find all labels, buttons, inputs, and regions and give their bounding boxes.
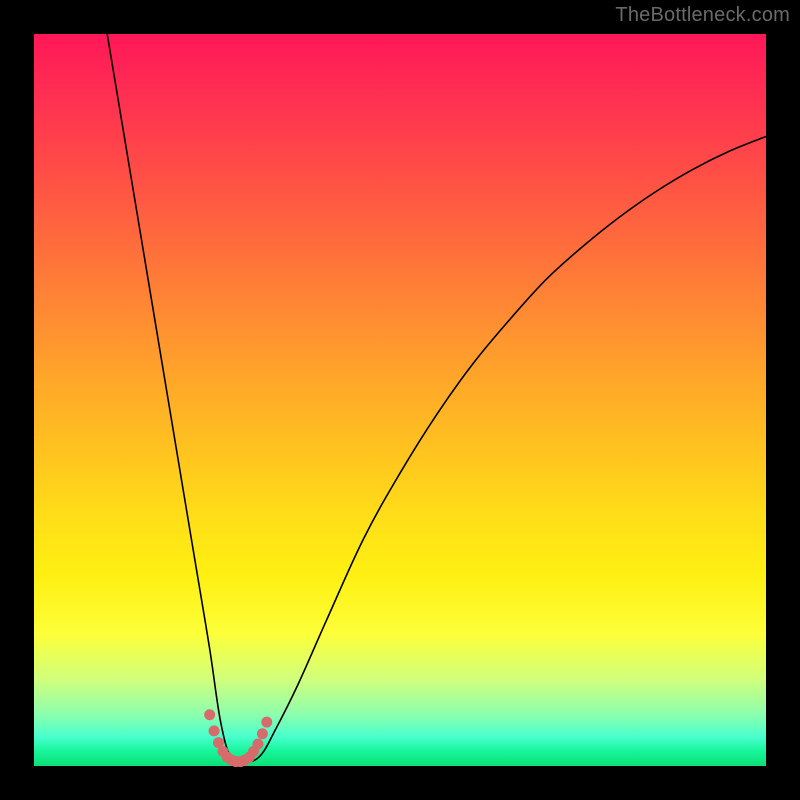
cluster-dot: [261, 717, 272, 728]
cluster-dot: [252, 739, 263, 750]
cluster-dot: [209, 725, 220, 736]
cluster-dot: [204, 709, 215, 720]
plot-area: [34, 34, 766, 766]
chart-svg: [34, 34, 766, 766]
bottom-cluster-dots: [204, 709, 272, 767]
bottleneck-curve: [107, 34, 766, 763]
watermark-text: TheBottleneck.com: [615, 4, 790, 27]
cluster-dot: [257, 728, 268, 739]
chart-frame: TheBottleneck.com: [0, 0, 800, 800]
